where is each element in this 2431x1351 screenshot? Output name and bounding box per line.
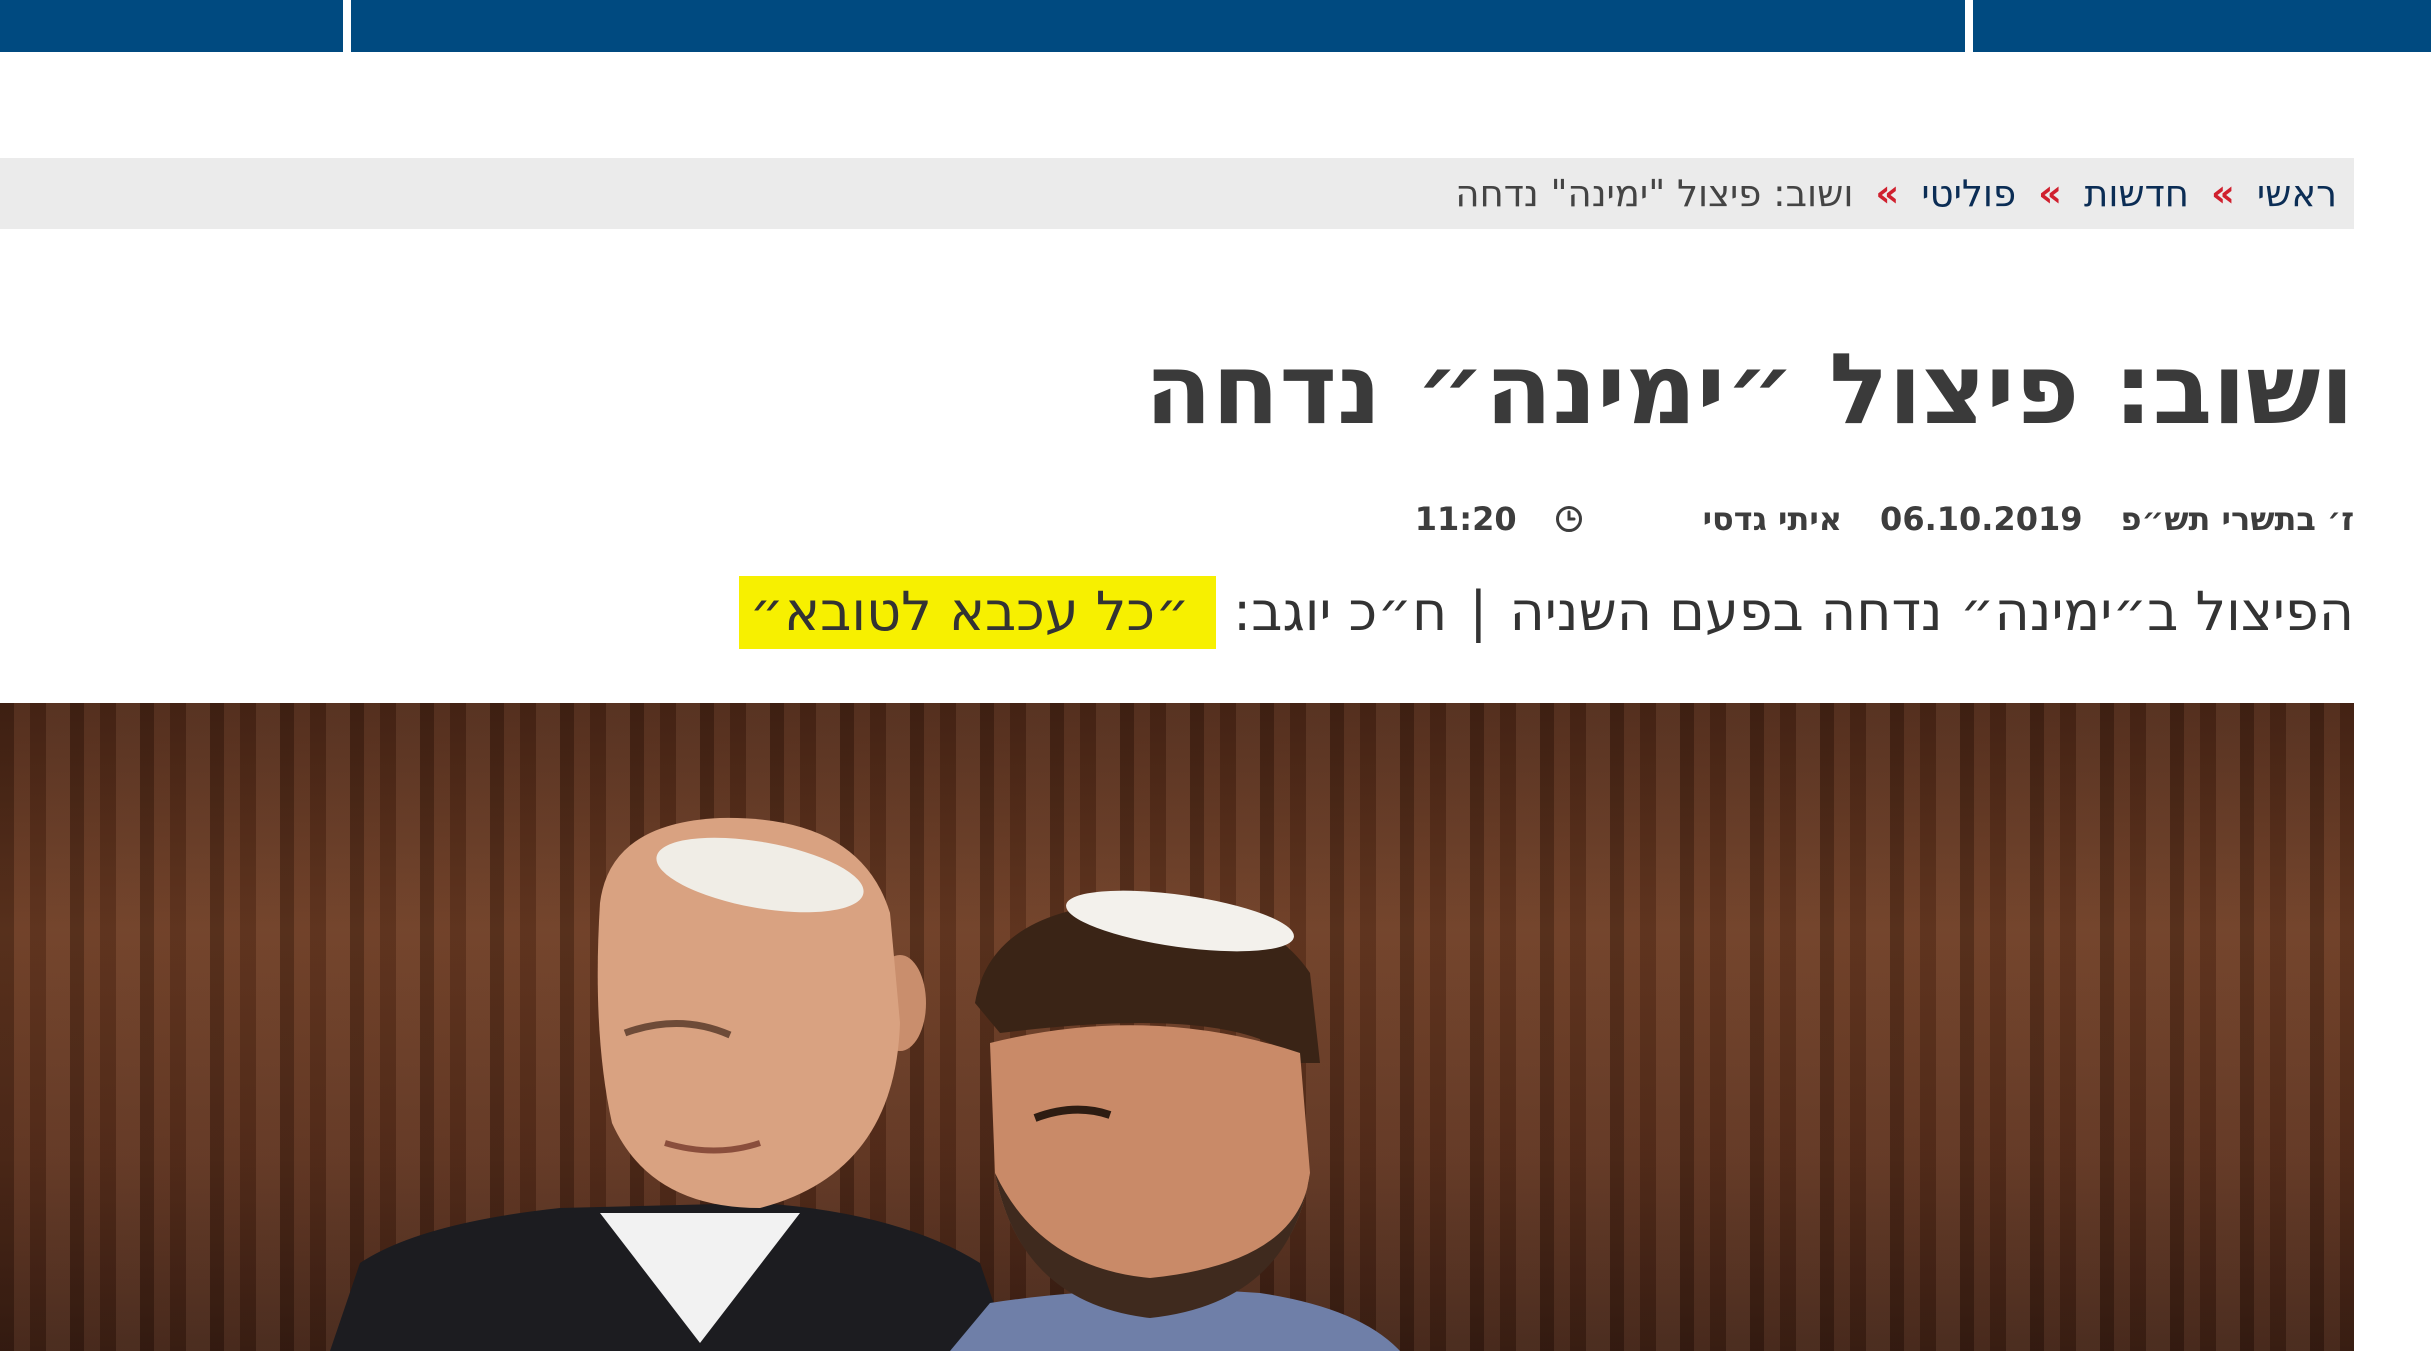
breadcrumb-separator: » (2210, 172, 2235, 215)
article-photo[interactable] (0, 703, 2354, 1351)
nav-tab[interactable] (0, 0, 343, 52)
subtitle-main: הפיצול ב״ימינה״ נדחה בפעם השניה (1509, 580, 2355, 643)
photo-figures (330, 817, 1400, 1351)
subtitle-speaker: ח״כ יוגב: (1233, 580, 1448, 643)
article-title: ושוב: פיצול ״ימינה״ נדחה (1144, 333, 2354, 447)
breadcrumb-news-link[interactable]: חדשות (2084, 172, 2189, 215)
nav-tab[interactable] (351, 0, 1965, 52)
breadcrumb-politics-link[interactable]: פוליטי (1921, 172, 2016, 215)
breadcrumb-current: ושוב: פיצול "ימינה" נדחה (1455, 172, 1854, 215)
clock-icon (1555, 506, 1582, 532)
breadcrumb: ראשי » חדשות » פוליטי » ושוב: פיצול "ימי… (0, 158, 2354, 229)
breadcrumb-separator: » (1875, 172, 1900, 215)
breadcrumb-home-link[interactable]: ראשי (2257, 172, 2337, 215)
article-date: 06.10.2019 (1880, 500, 2083, 538)
top-nav-bar (0, 0, 2431, 52)
nav-tab[interactable] (1973, 0, 2431, 52)
hebrew-date: ז׳ בתשרי תש״פ (2120, 500, 2354, 538)
article-time: 11:20 (1414, 500, 1517, 538)
breadcrumb-separator: » (2038, 172, 2062, 215)
author-link[interactable]: איתי גדסי (1703, 500, 1842, 538)
article-meta: ז׳ בתשרי תש״פ 06.10.2019 איתי גדסי 11:20 (1415, 500, 2354, 538)
article-subtitle: הפיצול ב״ימינה״ נדחה בפעם השניה | ח״כ יוגב… (739, 576, 2355, 649)
subtitle-divider: | (1469, 580, 1488, 643)
highlighted-quote: ״כל עכבא לטובא״ (739, 576, 1216, 649)
